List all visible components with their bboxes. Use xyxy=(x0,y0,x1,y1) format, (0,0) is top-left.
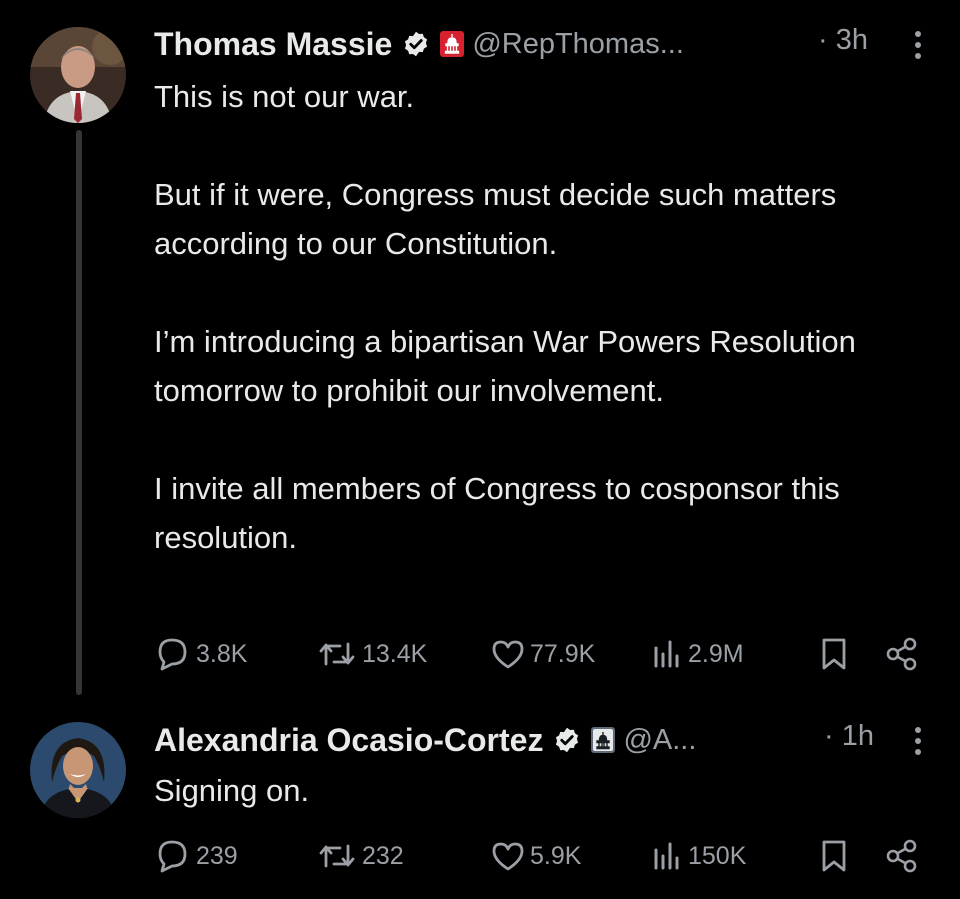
views-button[interactable]: 150K xyxy=(650,838,746,874)
repost-count: 232 xyxy=(362,841,404,870)
tweet-header: Alexandria Ocasio-Cortez @A... xyxy=(154,718,696,762)
author-handle[interactable]: @A... xyxy=(623,724,696,757)
tweet-aoc[interactable]: Alexandria Ocasio-Cortez @A... · 1h Sign… xyxy=(0,700,960,899)
share-button[interactable] xyxy=(884,636,920,672)
tweet-massie[interactable]: Thomas Massie @RepThomas... · 3h This is… xyxy=(0,0,960,700)
like-count: 77.9K xyxy=(530,639,596,668)
bookmark-icon xyxy=(822,840,846,872)
like-button[interactable]: 77.9K xyxy=(490,636,595,672)
reply-button[interactable]: 239 xyxy=(154,838,238,874)
avatar-image xyxy=(30,722,126,818)
repost-count: 13.4K xyxy=(362,639,428,668)
repost-arrows-icon xyxy=(319,844,355,868)
repost-button[interactable]: 13.4K xyxy=(316,636,427,672)
bookmark-button[interactable] xyxy=(818,838,850,874)
repost-arrows-icon xyxy=(319,642,355,666)
like-count: 5.9K xyxy=(530,841,582,870)
avatar[interactable] xyxy=(30,722,126,818)
author-name[interactable]: Alexandria Ocasio-Cortez xyxy=(154,722,543,759)
reply-count: 3.8K xyxy=(196,639,248,668)
government-gray-capitol-icon[interactable] xyxy=(591,727,616,753)
timestamp[interactable]: · 1h xyxy=(824,720,874,753)
tweet-text: Signing on. xyxy=(154,773,310,808)
share-icon xyxy=(886,637,917,671)
like-button[interactable]: 5.9K xyxy=(490,838,581,874)
tweet-actions: 3.8K 13.4K 77.9K 2.9M xyxy=(154,636,924,676)
author-name[interactable]: Thomas Massie xyxy=(154,26,392,63)
tweet-actions: 239 232 5.9K 150K xyxy=(154,838,924,878)
reply-bubble-icon xyxy=(158,638,187,671)
heart-icon xyxy=(492,842,524,871)
bookmark-button[interactable] xyxy=(818,636,850,672)
bookmark-icon xyxy=(822,638,846,670)
verified-badge-icon[interactable] xyxy=(553,726,581,754)
more-vertical-icon[interactable] xyxy=(914,726,922,756)
verified-badge-icon[interactable] xyxy=(402,30,430,58)
author-handle[interactable]: @RepThomas... xyxy=(472,28,684,61)
reply-button[interactable]: 3.8K xyxy=(154,636,247,672)
reply-bubble-icon xyxy=(158,840,187,873)
views-button[interactable]: 2.9M xyxy=(650,636,744,672)
avatar-image xyxy=(30,27,126,123)
share-button[interactable] xyxy=(884,838,920,874)
bar-chart-icon xyxy=(654,842,679,870)
heart-icon xyxy=(492,640,524,669)
reply-count: 239 xyxy=(196,841,238,870)
avatar[interactable] xyxy=(30,27,126,123)
view-count: 150K xyxy=(688,841,747,870)
more-vertical-icon[interactable] xyxy=(914,30,922,60)
tweet-text: This is not our war. But if it were, Con… xyxy=(154,79,856,555)
timestamp[interactable]: · 3h xyxy=(818,24,868,57)
repost-button[interactable]: 232 xyxy=(316,838,404,874)
tweet-header: Thomas Massie @RepThomas... xyxy=(154,22,684,66)
government-red-capitol-icon[interactable] xyxy=(440,31,465,57)
bar-chart-icon xyxy=(654,640,679,668)
share-icon xyxy=(886,839,917,873)
view-count: 2.9M xyxy=(688,639,744,668)
